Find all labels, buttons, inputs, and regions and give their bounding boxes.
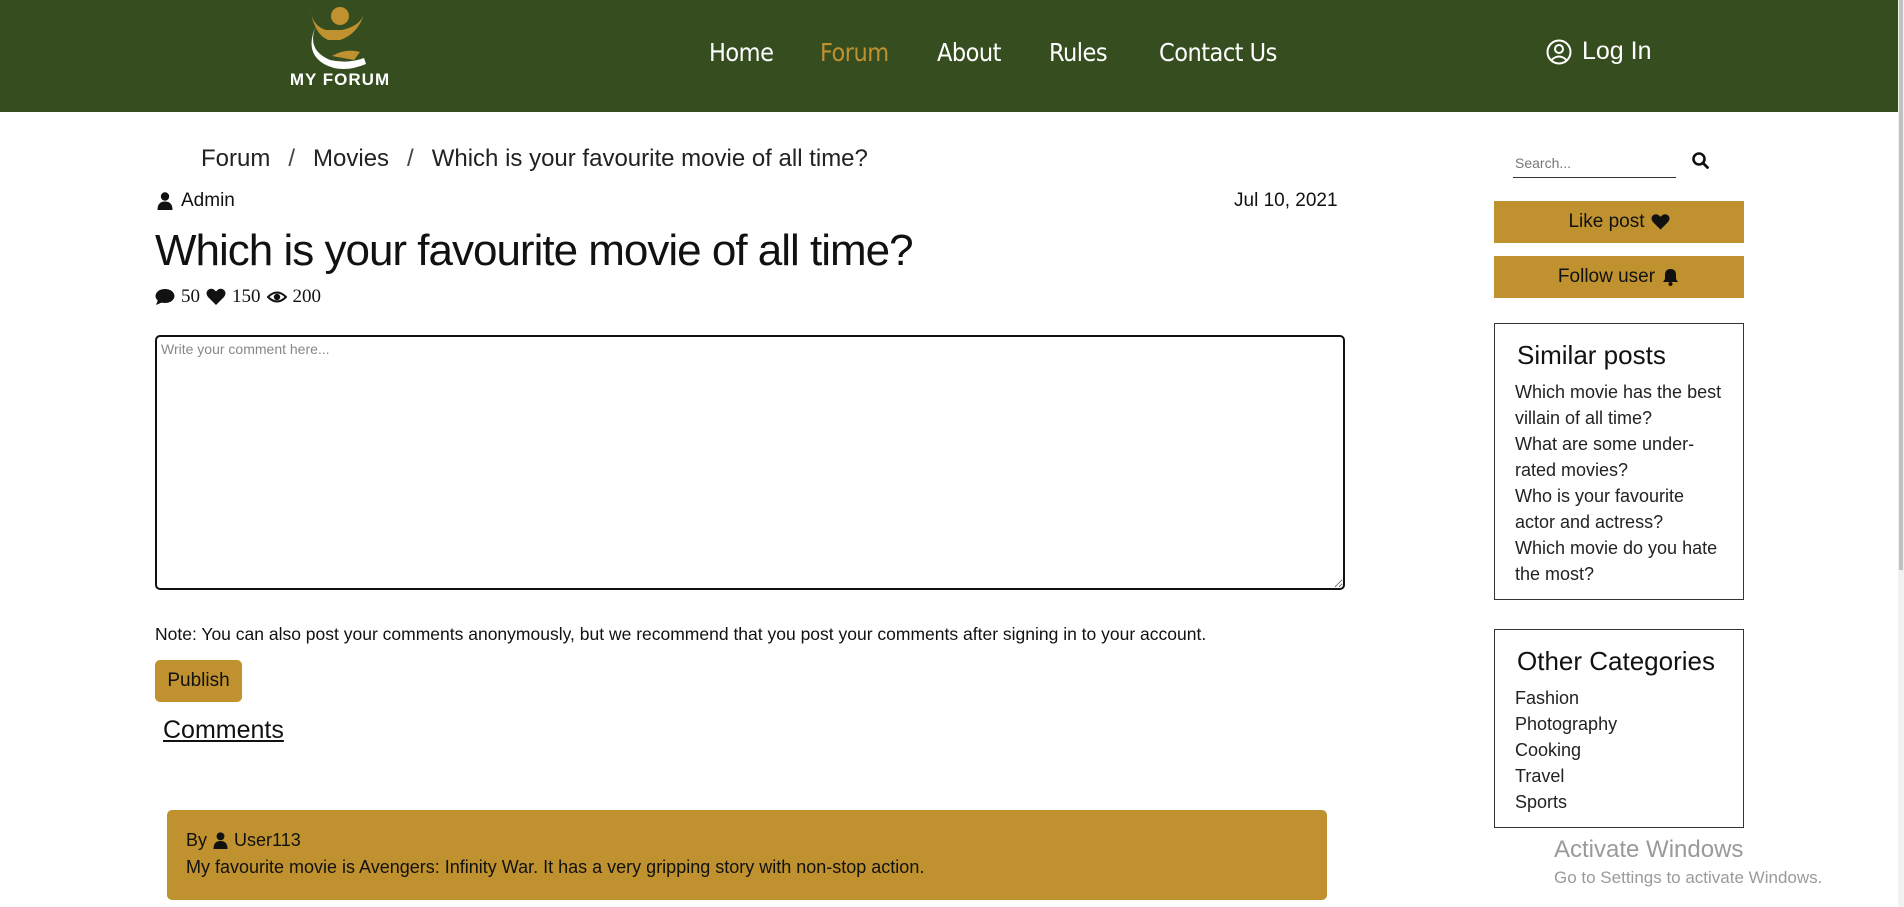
comment-username[interactable]: User113	[234, 830, 301, 851]
likes-count: 150	[232, 286, 261, 307]
publish-button[interactable]: Publish	[155, 660, 242, 702]
logo-icon	[310, 7, 366, 69]
post-stats: 50 150 200	[155, 286, 321, 308]
search-icon[interactable]	[1690, 150, 1712, 172]
logo-text: MY FORUM	[289, 70, 391, 89]
watermark-title: Activate Windows	[1554, 836, 1744, 863]
nav-about[interactable]: About	[937, 38, 1002, 67]
user-icon	[157, 192, 173, 210]
similar-post-link[interactable]: Which movie has the best villain of all …	[1515, 379, 1723, 431]
watermark-subtitle: Go to Settings to activate Windows.	[1554, 868, 1823, 887]
category-link-cooking[interactable]: Cooking	[1515, 737, 1723, 763]
post-author[interactable]: Admin	[157, 190, 235, 212]
follow-user-label: Follow user	[1557, 266, 1656, 287]
similar-post-link[interactable]: Who is your favourite actor and actress?	[1515, 483, 1723, 535]
breadcrumb-movies[interactable]: Movies	[313, 145, 389, 173]
post-title: Which is your favourite movie of all tim…	[155, 226, 914, 275]
category-link-travel[interactable]: Travel	[1515, 763, 1723, 789]
other-categories-panel: Other Categories Fashion Photography Coo…	[1494, 629, 1744, 828]
login-button[interactable]: Log In	[1546, 37, 1652, 66]
nav-forum[interactable]: Forum	[820, 38, 889, 67]
comment-textarea[interactable]	[155, 335, 1345, 590]
page-scrollbar-thumb[interactable]	[1899, 0, 1903, 570]
like-post-label: Like post	[1568, 211, 1645, 232]
breadcrumb-current-post: Which is your favourite movie of all tim…	[431, 145, 868, 172]
nav-contact-us[interactable]: Contact Us	[1159, 38, 1277, 67]
post-date: Jul 10, 2021	[1234, 190, 1338, 211]
heart-icon	[1650, 214, 1670, 230]
heart-icon	[206, 288, 226, 305]
category-link-photography[interactable]: Photography	[1515, 711, 1723, 737]
comments-count: 50	[181, 286, 200, 307]
navbar: MY FORUM Home Forum About Rules Contact …	[0, 0, 1898, 112]
similar-posts-panel: Similar posts Which movie has the best v…	[1494, 323, 1744, 600]
breadcrumb-forum[interactable]: Forum	[201, 145, 270, 173]
post-author-name: Admin	[181, 190, 235, 211]
similar-post-link[interactable]: What are some under-rated movies?	[1515, 431, 1723, 483]
breadcrumb: Forum / Movies / Which is your favourite…	[201, 145, 868, 173]
login-label: Log In	[1582, 37, 1652, 65]
user-icon	[213, 832, 228, 849]
views-count: 200	[292, 286, 322, 307]
other-categories-title: Other Categories	[1517, 646, 1715, 676]
similar-post-link[interactable]: Which movie do you hate the most?	[1515, 535, 1723, 587]
like-post-button[interactable]: Like post	[1494, 201, 1744, 243]
comment-text: My favourite movie is Avengers: Infinity…	[186, 857, 925, 877]
comment-author: By User113	[186, 830, 1308, 851]
activate-windows-watermark: Activate Windows Go to Settings to activ…	[1554, 836, 1822, 888]
nav-home[interactable]: Home	[709, 38, 774, 67]
category-link-sports[interactable]: Sports	[1515, 789, 1723, 815]
comment-by-label: By	[186, 830, 208, 850]
breadcrumb-separator: /	[288, 145, 296, 172]
nav-rules[interactable]: Rules	[1049, 38, 1108, 67]
comment-icon	[155, 289, 175, 305]
search-input[interactable]	[1513, 148, 1676, 178]
similar-posts-title: Similar posts	[1517, 340, 1666, 370]
comment-card: By User113 My favourite movie is Avenger…	[167, 810, 1327, 900]
logo[interactable]: MY FORUM	[272, 2, 408, 94]
eye-icon	[266, 291, 287, 303]
comments-heading: Comments	[163, 716, 284, 744]
breadcrumb-separator: /	[407, 145, 414, 172]
bell-icon	[1663, 269, 1679, 286]
follow-user-button[interactable]: Follow user	[1494, 256, 1744, 298]
anonymous-comment-note: Note: You can also post your comments an…	[155, 624, 1207, 644]
category-link-fashion[interactable]: Fashion	[1515, 685, 1723, 711]
user-circle-icon	[1546, 39, 1572, 64]
